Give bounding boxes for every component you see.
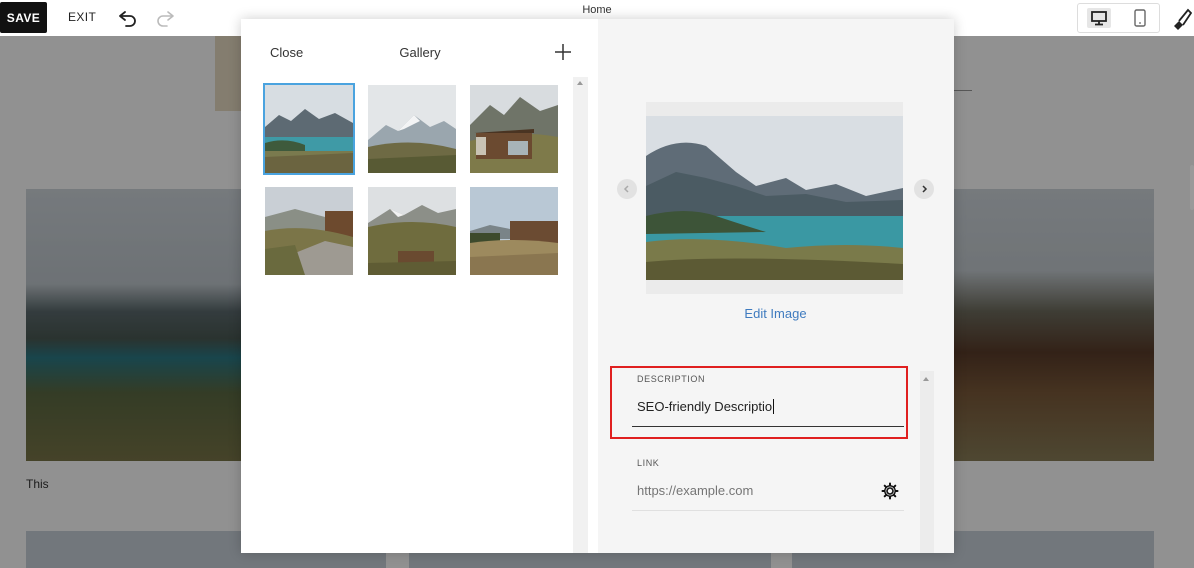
next-image-button[interactable] [914, 179, 934, 199]
edit-image-link[interactable]: Edit Image [718, 306, 833, 321]
plus-icon[interactable] [554, 43, 572, 61]
redo-icon[interactable] [156, 9, 176, 27]
gallery-thumbnail[interactable] [368, 187, 456, 275]
description-label: DESCRIPTION [637, 374, 706, 384]
undo-icon[interactable] [117, 9, 137, 27]
mobile-icon[interactable] [1131, 8, 1149, 28]
scroll-up-icon[interactable] [577, 81, 583, 85]
close-button[interactable]: Close [270, 45, 303, 60]
gallery-modal: Close Gallery Edit Image DESCRIPTION SEO… [241, 19, 954, 553]
chevron-right-icon [922, 185, 928, 193]
exit-button[interactable]: EXIT [68, 10, 96, 24]
gallery-title: Gallery [399, 45, 441, 60]
link-label: LINK [637, 458, 660, 468]
page-scrollbar[interactable] [1190, 165, 1194, 210]
brush-icon[interactable] [1170, 6, 1192, 30]
link-input[interactable] [637, 483, 867, 498]
link-underline [632, 510, 904, 511]
text-caret [773, 399, 774, 414]
desktop-icon[interactable] [1087, 8, 1111, 28]
description-underline [632, 426, 904, 427]
gallery-thumbnail[interactable] [470, 187, 558, 275]
gallery-thumbnail[interactable] [263, 83, 355, 175]
save-button[interactable]: SAVE [0, 2, 47, 33]
scroll-up-icon[interactable] [923, 377, 929, 381]
gear-icon[interactable] [881, 482, 899, 500]
gallery-thumbnail[interactable] [470, 85, 558, 173]
gallery-thumbnail[interactable] [265, 187, 353, 275]
gallery-scrollbar[interactable] [573, 77, 588, 553]
image-editor-pane: Edit Image DESCRIPTION LINK [598, 19, 954, 553]
gallery-pane: Close Gallery [241, 19, 598, 553]
page-name: Home [582, 4, 612, 16]
gallery-thumbnail[interactable] [368, 85, 456, 173]
chevron-left-icon [623, 185, 629, 193]
previous-image-button[interactable] [617, 179, 637, 199]
description-input[interactable] [637, 399, 897, 414]
fields-scrollbar[interactable] [920, 371, 934, 553]
preview-image [646, 116, 903, 280]
image-preview [646, 102, 903, 294]
